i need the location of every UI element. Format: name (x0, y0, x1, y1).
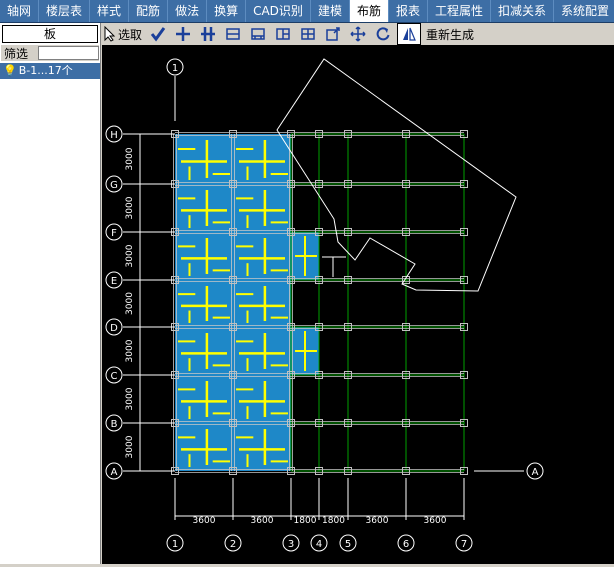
axis-label-row: B (111, 419, 118, 430)
regenerate-button[interactable]: 重新生成 (424, 24, 476, 44)
menu-tab-6[interactable]: CAD识别 (246, 0, 311, 22)
component-list-item-label: B-1...17个 (18, 64, 73, 77)
move-button[interactable] (347, 24, 369, 44)
menu-tab-4[interactable]: 做法 (168, 0, 208, 22)
mirror-button[interactable] (397, 23, 422, 45)
menu-tab-12[interactable]: 系统配置 (554, 0, 614, 22)
double-rebar-button[interactable] (197, 24, 219, 44)
axis-label-col: 3 (288, 539, 294, 550)
cross-icon (176, 27, 191, 41)
slab-region-main (175, 134, 291, 471)
dimension-label-col: 3600 (424, 516, 447, 526)
slab-grid-button[interactable] (297, 24, 319, 44)
slab-join-button[interactable] (247, 24, 269, 44)
dimension-label-row: 3000 (125, 339, 135, 362)
double-cross-icon (201, 27, 216, 41)
dimension-label-row: 3000 (125, 147, 135, 170)
menu-tab-9[interactable]: 报表 (389, 0, 428, 22)
component-panel: 板 筛选 💡 B-1...17个 (0, 23, 101, 564)
floor-plan-drawing[interactable]: HGFEDCBA A1300030003000300030003000300036… (102, 45, 614, 564)
menu-tab-11[interactable]: 扣减关系 (491, 0, 555, 22)
axis-label-row: C (111, 371, 118, 382)
axis-label-row: A (111, 467, 118, 478)
slab-corner-button[interactable] (322, 24, 344, 44)
rotate-button[interactable] (372, 24, 394, 44)
drawing-canvas[interactable]: H G F E D C B A A 1 3000 3000 3000 3000 3000 3000 3000 36… (102, 45, 614, 564)
dimension-label-col: 3600 (193, 516, 216, 526)
dimension-label-col: 1800 (322, 516, 345, 526)
axis-label-col: 4 (316, 539, 322, 550)
axis-label-col: 1 (172, 539, 178, 550)
menu-bar: 轴网 楼层表 样式 配筋 做法 换算 CAD识别 建模 布筋 报表 工程属性 扣减关系 系统配置 (0, 0, 614, 23)
axis-label-col: 2 (230, 539, 236, 550)
menu-tab-8[interactable]: 布筋 (349, 0, 389, 22)
single-rebar-button[interactable] (172, 24, 194, 44)
axis-label-col: 6 (403, 539, 409, 550)
dimension-label-col: 1800 (294, 516, 317, 526)
dimension-label-row: 3000 (125, 292, 135, 315)
move-icon (350, 26, 366, 42)
dimension-label-row: 3000 (125, 435, 135, 458)
menu-tab-7[interactable]: 建模 (311, 0, 350, 22)
dimension-label-row: 3000 (125, 196, 135, 219)
axis-label-top: 1 (172, 63, 178, 74)
rect-grid-icon (301, 28, 315, 40)
menu-tab-2[interactable]: 样式 (90, 0, 130, 22)
lightbulb-icon: 💡 (3, 64, 17, 77)
menu-tab-5[interactable]: 换算 (207, 0, 247, 22)
component-type-selector[interactable]: 板 (2, 25, 98, 43)
axis-label-row: D (110, 323, 118, 334)
rect-split-icon (226, 28, 240, 40)
rect-join-icon (251, 28, 265, 40)
rect-right-icon (276, 28, 290, 40)
axis-label-row: H (110, 130, 118, 141)
confirm-button[interactable] (147, 24, 169, 44)
dimension-label-row: 3000 (125, 387, 135, 410)
component-list-item[interactable]: 💡 B-1...17个 (0, 63, 100, 79)
axis-label-col: 7 (461, 539, 467, 550)
select-label: 选取 (118, 27, 143, 42)
menu-tab-0[interactable]: 轴网 (0, 0, 40, 22)
axis-label-row: E (111, 276, 117, 287)
menu-tab-10[interactable]: 工程属性 (428, 0, 491, 22)
rotate-icon (376, 27, 390, 41)
filter-input[interactable] (38, 46, 99, 60)
rect-corner-icon (326, 27, 340, 41)
pointer-icon (104, 26, 116, 42)
mirror-icon (403, 27, 416, 41)
menu-tab-1[interactable]: 楼层表 (39, 0, 91, 22)
menu-tab-3[interactable]: 配筋 (129, 0, 169, 22)
check-icon (150, 27, 166, 42)
slab-right-button[interactable] (272, 24, 294, 44)
axis-label-row: G (110, 180, 118, 191)
slab-split-button[interactable] (222, 24, 244, 44)
dimension-label-row: 3000 (125, 244, 135, 267)
filter-label: 筛选 (4, 46, 29, 61)
axis-label-col: 5 (345, 539, 351, 550)
select-button[interactable]: 选取 (102, 24, 144, 44)
axis-label-row: F (111, 228, 117, 239)
dimension-label-col: 3600 (251, 516, 274, 526)
axis-label-right: A (532, 467, 539, 478)
filter-row: 筛选 (1, 45, 99, 61)
dimension-label-col: 3600 (366, 516, 389, 526)
toolbar: 选取 重新生成 (102, 23, 614, 46)
